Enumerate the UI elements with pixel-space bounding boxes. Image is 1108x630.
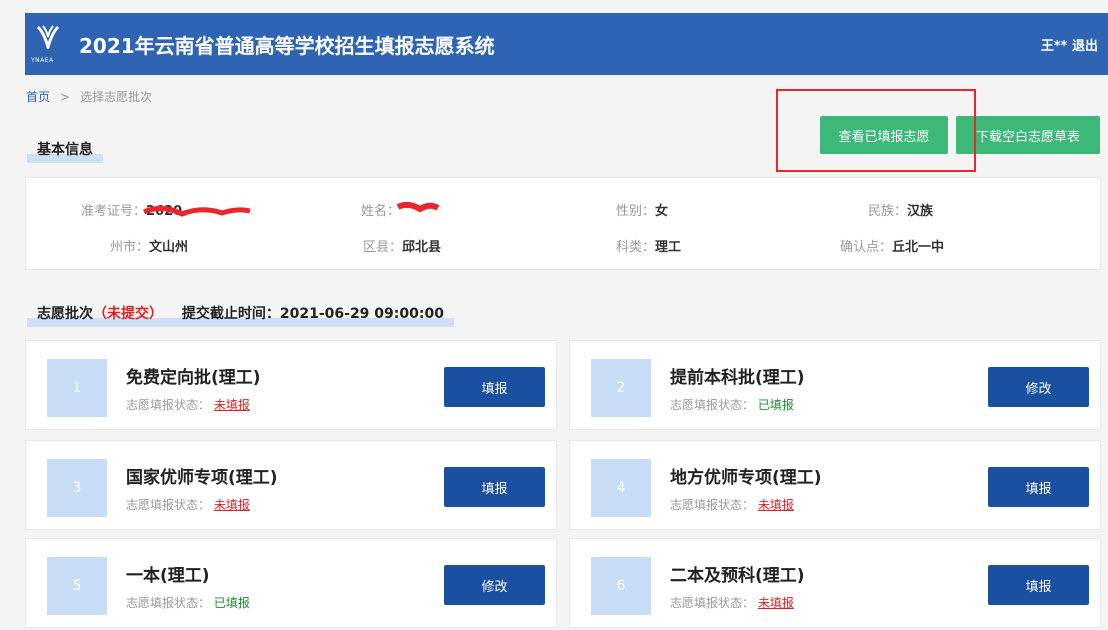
logout-link[interactable]: 退出: [1072, 39, 1098, 54]
info-name: 姓名：: [361, 200, 440, 219]
modify-button[interactable]: 修改: [988, 367, 1089, 407]
basic-info-card: 准考证号：2620 姓名： 性别：女 民族：汉族 州市：文山州 区县：邱北县 科…: [25, 177, 1101, 270]
breadcrumb-separator: >: [60, 90, 71, 104]
fill-button[interactable]: 填报: [444, 367, 545, 407]
status-label: 志愿填报状态：: [126, 596, 211, 610]
batch-card-6: 6 二本及预科(理工) 志愿填报状态： 未填报 填报: [569, 538, 1101, 628]
info-gender: 性别：女: [616, 200, 668, 219]
status-label: 志愿填报状态：: [670, 596, 755, 610]
ethnicity-value: 汉族: [907, 204, 934, 219]
batch-status: 志愿填报状态： 已填报: [670, 396, 794, 413]
basic-info-title: 基本信息: [27, 139, 103, 163]
batch-card-5: 5 一本(理工) 志愿填报状态： 已填报 修改: [25, 538, 557, 628]
batch-card-2: 2 提前本科批(理工) 志愿填报状态： 已填报 修改: [569, 340, 1101, 430]
batch-status: 志愿填报状态： 未填报: [126, 396, 250, 413]
info-exam-no: 准考证号：2620: [81, 200, 251, 219]
batch-number: 1: [47, 359, 107, 417]
city-label: 州市：: [110, 240, 150, 255]
fill-button[interactable]: 填报: [988, 467, 1089, 507]
deadline-value: 2021-06-29 09:00:00: [279, 306, 444, 322]
batch-card-4: 4 地方优师专项(理工) 志愿填报状态： 未填报 填报: [569, 440, 1101, 530]
gender-value: 女: [655, 204, 669, 219]
exam-no-value: 2620: [143, 204, 251, 219]
gender-label: 性别：: [616, 204, 656, 219]
redaction-scribble: [396, 201, 440, 213]
view-filled-button[interactable]: 查看已填报志愿: [820, 116, 948, 154]
logo-text: YNAEA: [31, 57, 54, 64]
name-label: 姓名：: [361, 204, 401, 219]
batch-number: 2: [591, 359, 651, 417]
app-title: 2021年云南省普通高等学校招生填报志愿系统: [79, 33, 495, 58]
confirm-value: 丘北一中: [892, 240, 945, 255]
confirm-label: 确认点：: [840, 240, 893, 255]
batch-status: 志愿填报状态： 未填报: [670, 496, 794, 513]
batch-status: 志愿填报状态： 未填报: [670, 594, 794, 611]
info-subject: 科类：理工: [616, 236, 681, 255]
fill-button[interactable]: 填报: [444, 467, 545, 507]
batch-name: 提前本科批(理工): [670, 368, 805, 388]
info-confirm-point: 确认点：丘北一中: [840, 236, 944, 255]
modify-button[interactable]: 修改: [444, 565, 545, 605]
logo-icon: [36, 25, 60, 49]
batch-name: 国家优师专项(理工): [126, 468, 278, 488]
status-label: 志愿填报状态：: [670, 498, 755, 512]
info-city: 州市：文山州: [110, 236, 188, 255]
batch-number: 5: [47, 557, 107, 615]
batch-number: 6: [591, 557, 651, 615]
status-value: 未填报: [757, 498, 794, 512]
status-value: 已填报: [757, 398, 794, 412]
batch-name: 二本及预科(理工): [670, 566, 805, 586]
batch-number: 3: [47, 459, 107, 517]
batch-name: 免费定向批(理工): [126, 368, 261, 388]
status-value: 未填报: [213, 498, 250, 512]
batch-card-3: 3 国家优师专项(理工) 志愿填报状态： 未填报 填报: [25, 440, 557, 530]
info-county: 区县：邱北县: [363, 236, 441, 255]
status-label: 志愿填报状态：: [126, 498, 211, 512]
breadcrumb-home[interactable]: 首页: [26, 90, 50, 104]
user-name: 王**: [1040, 38, 1068, 54]
breadcrumb-current: 选择志愿批次: [80, 90, 153, 104]
status-label: 志愿填报状态：: [126, 398, 211, 412]
status-label: 志愿填报状态：: [670, 398, 755, 412]
batch-card-1: 1 免费定向批(理工) 志愿填报状态： 未填报 填报: [25, 340, 557, 430]
batch-title-text: 志愿批次: [37, 306, 93, 322]
status-value: 未填报: [213, 398, 250, 412]
ethnicity-label: 民族：: [868, 204, 908, 219]
deadline-label: 提交截止时间：: [181, 306, 280, 322]
submit-status: （未提交）: [93, 306, 163, 322]
redaction-scribble: [143, 206, 251, 217]
download-blank-form-button[interactable]: 下载空白志愿草表: [956, 116, 1100, 154]
batch-section-title: 志愿批次（未提交） 提交截止时间：2021-06-29 09:00:00: [27, 303, 454, 327]
batch-status: 志愿填报状态： 已填报: [126, 594, 250, 611]
subject-value: 理工: [655, 240, 682, 255]
name-value: [396, 201, 440, 215]
county-label: 区县：: [363, 240, 403, 255]
status-value: 已填报: [213, 596, 250, 610]
ynaea-logo: YNAEA: [29, 19, 71, 69]
batch-name: 地方优师专项(理工): [670, 468, 822, 488]
top-header: YNAEA 2021年云南省普通高等学校招生填报志愿系统 王** 退出: [25, 13, 1108, 75]
breadcrumb: 首页 > 选择志愿批次: [26, 88, 152, 105]
info-ethnicity: 民族：汉族: [868, 200, 933, 219]
exam-no-label: 准考证号：: [81, 204, 147, 219]
batch-number: 4: [591, 459, 651, 517]
batch-name: 一本(理工): [126, 566, 210, 586]
status-value: 未填报: [757, 596, 794, 610]
county-value: 邱北县: [402, 240, 442, 255]
fill-button[interactable]: 填报: [988, 565, 1089, 605]
subject-label: 科类：: [616, 240, 656, 255]
city-value: 文山州: [149, 240, 189, 255]
user-area: 王** 退出: [1041, 35, 1098, 54]
batch-status: 志愿填报状态： 未填报: [126, 496, 250, 513]
